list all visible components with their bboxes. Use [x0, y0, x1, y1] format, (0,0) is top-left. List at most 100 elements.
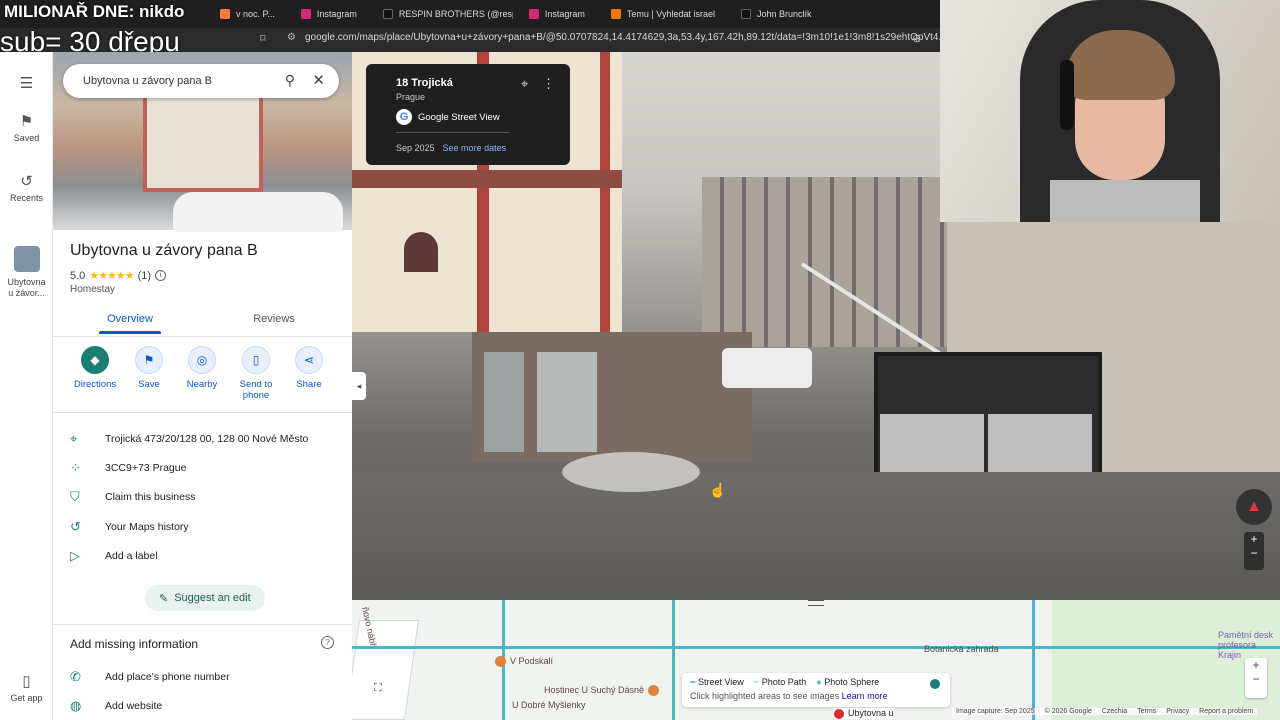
learn-more-link[interactable]: Learn more — [842, 691, 888, 701]
search-box[interactable]: Ubytovna u závory pana B ⚲ ✕ — [63, 64, 339, 98]
place-category[interactable]: Homestay — [70, 284, 115, 295]
map-place-marker[interactable]: Ubytovna u — [834, 708, 894, 719]
close-icon[interactable]: ✕ — [312, 71, 325, 89]
browser-tab[interactable]: John Brunclík — [731, 3, 822, 25]
zoom-icon[interactable]: ⊕ — [912, 32, 921, 45]
expand-map-icon[interactable]: ⛶ — [374, 682, 382, 695]
place-panel: Ubytovna u závory pana B ⚲ ✕ Ubytovna u … — [53, 52, 352, 720]
footer-country[interactable]: Czechia — [1102, 708, 1127, 715]
share-button[interactable]: ⋖ Share — [279, 346, 339, 390]
browser-tab[interactable]: RESPIN BROTHERS (@respinb... — [373, 3, 513, 25]
more-options-icon[interactable]: ⋮ — [542, 76, 555, 92]
browser-tab[interactable]: v noc. P... — [210, 3, 285, 25]
location-pin-icon[interactable]: ⌖ — [521, 76, 528, 92]
rail-saved[interactable]: ⚑ Saved — [0, 112, 53, 143]
sv-kiosk — [472, 332, 752, 462]
add-phone-row[interactable]: ✆ Add place's phone number — [70, 667, 345, 687]
sv-window — [404, 232, 438, 272]
browser-tab[interactable]: Instagram — [291, 3, 367, 25]
stream-overlay-title: MILIONAŘ DNE: nikdo — [4, 2, 185, 21]
map-tram-line — [1032, 600, 1035, 720]
legend-hint: Click highlighted areas to see images Le… — [690, 691, 888, 701]
pluscode-icon: ⁘ — [70, 460, 81, 475]
map-poi-vpodskali[interactable]: V Podskalí — [495, 656, 553, 668]
rail-get-app[interactable]: ▯ Get app — [0, 672, 53, 703]
help-icon[interactable]: ? — [321, 636, 334, 649]
sv-pavement — [352, 472, 1280, 600]
google-logo-icon: G — [396, 109, 412, 125]
phone-icon: ▯ — [242, 346, 270, 374]
footer-report[interactable]: Report a problem — [1199, 708, 1253, 715]
browser-tab[interactable]: Instagram — [519, 3, 595, 25]
pencil-icon: ✎ — [159, 592, 169, 605]
map-strip[interactable]: ňovo nábř. V Podskalí Hostinec U Suchý D… — [352, 600, 1280, 720]
share-icon: ⋖ — [295, 346, 323, 374]
nearby-button[interactable]: ◎ Nearby — [172, 346, 232, 390]
site-info-icon[interactable]: ⚙ — [287, 32, 296, 43]
rail-recent-place[interactable]: Ubytovna u závor... — [0, 246, 53, 299]
sv-zoom-control[interactable]: + − — [1244, 532, 1264, 570]
search-input[interactable]: Ubytovna u závory pana B — [83, 75, 212, 87]
webcam-shirt — [1050, 180, 1200, 222]
sv-roof — [352, 170, 622, 188]
globe-icon: ◍ — [70, 698, 82, 713]
tiktok-icon — [382, 9, 393, 19]
add-label-row[interactable]: ▷ Add a label — [70, 546, 345, 566]
tab-reviews[interactable]: Reviews — [229, 313, 319, 325]
map-tram-line — [672, 600, 675, 720]
zoom-in-icon[interactable]: + — [1244, 532, 1264, 546]
browser-tab[interactable]: Temu | Vyhledat israel — [601, 3, 725, 25]
reviews-count[interactable]: (1) — [138, 270, 151, 282]
photo-sphere-legend: ● Photo Sphere — [816, 677, 880, 687]
toggle-icon[interactable] — [930, 679, 940, 689]
zoom-out-icon[interactable]: − — [1245, 672, 1267, 686]
street-view-line-icon: ━ — [690, 677, 696, 687]
collapse-panel-button[interactable]: ◂ — [352, 372, 366, 400]
map-zoom-control[interactable]: + − — [1245, 658, 1267, 698]
footer-privacy[interactable]: Privacy — [1166, 708, 1189, 715]
map-poi-hostinec[interactable]: Hostinec U Suchý Dásně — [544, 685, 663, 697]
tab-overview[interactable]: Overview — [85, 313, 175, 334]
compass-icon[interactable]: ▲ — [1236, 489, 1272, 525]
bookmark-icon: ⚑ — [135, 346, 163, 374]
send-to-phone-button[interactable]: ▯ Send to phone — [226, 346, 286, 401]
maps-history-row[interactable]: ↺ Your Maps history — [70, 517, 345, 537]
nearby-icon: ◎ — [188, 346, 216, 374]
place-title: Ubytovna u závory pana B — [70, 242, 258, 259]
save-button[interactable]: ⚑ Save — [119, 346, 179, 390]
see-more-dates-link[interactable]: See more dates — [443, 143, 507, 153]
divider — [53, 624, 352, 625]
restaurant-icon — [495, 656, 506, 668]
suggest-edit-button[interactable]: ✎ Suggest an edit — [145, 585, 265, 611]
zoom-in-icon[interactable]: + — [1245, 658, 1267, 672]
pluscode-row[interactable]: ⁘ 3CC9+73 Prague — [70, 458, 345, 478]
url-field[interactable]: google.com/maps/place/Ubytovna+u+závory+… — [305, 32, 947, 43]
divider — [396, 132, 510, 133]
claim-business-row[interactable]: ⛉ Claim this business — [70, 487, 345, 507]
place-tabs: Overview Reviews — [53, 309, 352, 337]
rail-recents[interactable]: ↺ Recents — [0, 172, 53, 203]
map-poi-botanicka[interactable]: Botanická zahrada — [924, 644, 999, 654]
directions-button[interactable]: ◆ Directions — [65, 346, 125, 390]
search-icon[interactable]: ⚲ — [285, 72, 295, 89]
missing-info-title: Add missing information — [70, 637, 199, 651]
divider — [53, 412, 352, 413]
map-resize-handle[interactable] — [808, 600, 824, 606]
zoom-out-icon[interactable]: − — [1244, 546, 1264, 560]
menu-button[interactable]: ☰ — [0, 74, 53, 95]
phone-call-icon: ✆ — [70, 669, 81, 684]
address-row[interactable]: ⌖ Trojická 473/20/128 00, 128 00 Nové Měs… — [70, 429, 345, 449]
map-poi-udobre[interactable]: U Dobré Myšlenky — [512, 700, 586, 710]
directions-icon: ◆ — [81, 346, 109, 374]
add-website-row[interactable]: ◍ Add website — [70, 696, 345, 716]
rating-row: 5.0 ★★★★★ (1) i — [70, 269, 167, 282]
info-icon[interactable]: i — [155, 270, 167, 281]
sv-van — [722, 348, 812, 388]
map-tram-line — [352, 646, 1280, 649]
footer-terms[interactable]: Terms — [1137, 708, 1156, 715]
map-poi-pametni[interactable]: Pamětní desk profesora Krajin — [1218, 630, 1280, 660]
street-view-legend: ━ Street View — [690, 677, 744, 687]
bookmark-icon[interactable]: ⌑ — [260, 32, 266, 45]
menu-icon: ☰ — [19, 75, 34, 92]
sv-navigation-marker[interactable] — [562, 452, 700, 492]
